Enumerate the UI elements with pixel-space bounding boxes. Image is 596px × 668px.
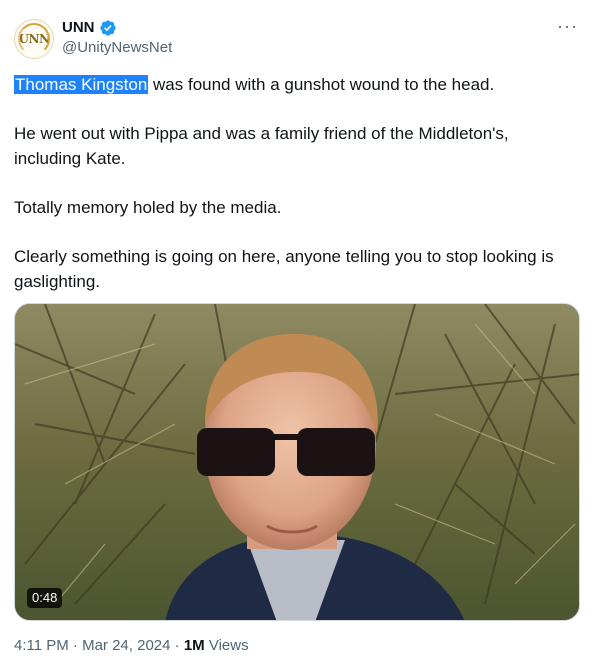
video-thumbnail [15, 304, 579, 620]
author-display-name[interactable]: UNN [62, 18, 172, 38]
video-duration-badge: 0:48 [27, 588, 63, 608]
tweet-date[interactable]: Mar 24, 2024 [82, 637, 170, 654]
video-player[interactable]: 0:48 [14, 303, 580, 621]
tweet-paragraph-1: Thomas Kingston was found with a gunshot… [14, 72, 580, 97]
verified-badge-icon [99, 20, 116, 36]
tweet-paragraph-4: Clearly something is going on here, anyo… [14, 247, 554, 291]
logo-ring-icon [18, 23, 50, 55]
avatar[interactable]: UNN [14, 19, 54, 59]
views-label: Views [204, 637, 249, 654]
tweet-header: UNN UNN @UnityNewsNet ··· [14, 16, 582, 62]
selected-text[interactable]: Thomas Kingston [14, 75, 149, 94]
display-name-text: UNN [62, 19, 95, 36]
tweet-text: Thomas Kingston was found with a gunshot… [14, 72, 580, 318]
tweet-time[interactable]: 4:11 PM [14, 637, 69, 654]
meta-separator: · [170, 637, 184, 654]
tweet-meta: 4:11 PM · Mar 24, 2024 · 1M Views [14, 636, 249, 656]
views-count[interactable]: 1M [184, 637, 205, 654]
meta-separator: · [68, 637, 83, 654]
more-options-icon[interactable]: ··· [557, 16, 578, 37]
author-handle[interactable]: @UnityNewsNet [62, 38, 172, 58]
tweet-paragraph-2: He went out with Pippa and was a family … [14, 124, 509, 168]
tweet-line-1-rest: was found with a gunshot wound to the he… [148, 75, 495, 94]
tweet-paragraph-3: Totally memory holed by the media. [14, 198, 282, 217]
author-names: UNN @UnityNewsNet [62, 18, 172, 58]
